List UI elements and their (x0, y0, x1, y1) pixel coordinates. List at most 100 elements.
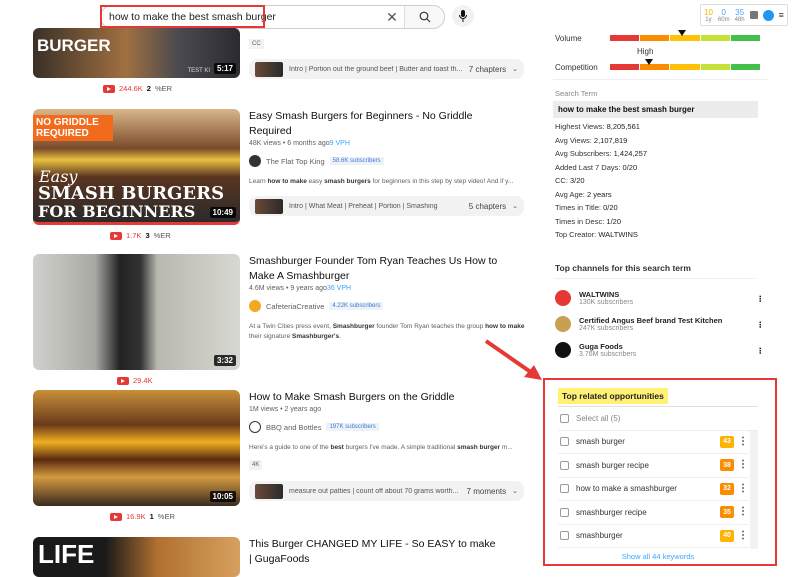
keyword-checkbox[interactable] (560, 484, 569, 494)
keyword-row[interactable]: smashburger 40 ⋮ (558, 525, 748, 548)
keyword-row[interactable]: how to make a smashburger 32 ⋮ (558, 478, 748, 501)
keyword-checkbox[interactable] (560, 437, 569, 447)
more-options-icon[interactable]: ⋮ (738, 460, 748, 470)
chapters-bar[interactable]: Intro | Portion out the ground beef | Bu… (249, 59, 524, 79)
competition-meter (610, 59, 761, 70)
channel-name[interactable]: BBQ and Bottles (266, 423, 321, 432)
channel-name[interactable]: CafeteriaCreative (266, 302, 324, 311)
stat-row: Avg Views: 2,107,819 (555, 135, 628, 145)
subscriber-badge: 4.22K subscribers (329, 302, 384, 310)
more-options-icon[interactable]: ··· (754, 347, 765, 354)
cc-badge: CC (249, 39, 264, 49)
keyword-checkbox[interactable] (560, 531, 569, 541)
video-thumbnail[interactable]: BURGER TEST KI 5:17 (33, 28, 240, 78)
stat-row: Times in Desc: 1/20 (555, 216, 622, 226)
channel-name[interactable]: WALTWINS (579, 290, 633, 299)
chevron-down-icon[interactable]: ⌄ (512, 202, 518, 210)
video-meta: 48K views • 6 months ago9 VPH (249, 140, 529, 147)
quality-badge: 4K (249, 460, 263, 470)
clear-icon[interactable]: ✕ (380, 9, 404, 26)
keyword-term: smashburger (576, 531, 623, 541)
more-options-icon[interactable]: ⋮ (738, 436, 748, 446)
meter-segment (700, 35, 730, 41)
meter-segment (730, 64, 761, 70)
more-options-icon[interactable]: ⋮ (738, 483, 748, 493)
vph: 36 VPH (326, 285, 352, 292)
keyword-score-badge: 35 (720, 506, 734, 519)
meter-segment (610, 35, 640, 41)
label-1y: 1y (705, 16, 712, 23)
channel-name[interactable]: Certified Angus Beef brand Test Kitchen (579, 316, 722, 325)
count-60m: 0 (721, 7, 726, 17)
keyword-score-badge: 38 (720, 459, 734, 472)
keyword-checkbox[interactable] (560, 507, 569, 517)
select-all-checkbox[interactable] (560, 413, 569, 423)
scrollbar[interactable] (750, 430, 758, 549)
thumbnail-tag: NO GRIDDLE REQUIRED (33, 115, 113, 141)
video-thumbnail[interactable]: 3:32 (33, 254, 240, 370)
keyword-checkbox[interactable] (560, 460, 569, 470)
channel-item[interactable]: Guga Foods 3.76M subscribers ··· (555, 337, 765, 363)
avatar[interactable] (249, 421, 261, 433)
video-thumbnail[interactable]: LIFE (33, 537, 240, 577)
keyword-row[interactable]: smash burger recipe 38 ⋮ (558, 454, 748, 478)
video-duration: 10:49 (209, 207, 236, 218)
chapter-thumbnail (255, 198, 283, 214)
more-options-icon[interactable]: ⋮ (738, 530, 748, 540)
views-count: 1.7K (126, 231, 142, 240)
channel-row[interactable]: BBQ and Bottles 197K subscribers (249, 421, 529, 433)
views-age: 4.6M views • 9 years ago (249, 285, 327, 292)
avatar[interactable] (555, 342, 571, 358)
chapters-bar[interactable]: measure out patties | count off about 70… (249, 481, 524, 501)
avatar[interactable] (555, 316, 571, 332)
channel-list: WALTWINS 130K subscribers ··· Certified Ang… (555, 285, 765, 363)
extension-logo-icon[interactable] (762, 9, 774, 21)
video-stats: 1.7K 3 %ER (110, 231, 171, 240)
video-thumbnail[interactable]: NO GRIDDLE REQUIRED Easy SMASH BURGERS F… (33, 109, 240, 225)
chapters-bar[interactable]: Intro | What Meat | Preheat | Portion | … (249, 196, 524, 216)
more-options-icon[interactable]: ··· (754, 295, 765, 302)
keyword-term: how to make a smashburger (576, 484, 677, 494)
meter-segment (670, 64, 700, 70)
avatar[interactable] (555, 290, 571, 306)
stat-row: Added Last 7 Days: 0/20 (555, 162, 638, 172)
search-button[interactable] (404, 6, 444, 28)
channel-subscribers: 130K subscribers (579, 299, 634, 306)
voice-search-button[interactable] (452, 5, 474, 27)
video-title[interactable]: How to Make Smash Burgers on the Griddle (249, 390, 529, 405)
er-label: %ER (157, 512, 175, 521)
competition-level: High (637, 47, 654, 56)
more-options-icon[interactable]: ··· (754, 321, 765, 328)
keyword-meters: Volume High Competition (555, 30, 765, 74)
video-thumbnail[interactable]: 10:05 (33, 390, 240, 506)
channel-item[interactable]: Certified Angus Beef brand Test Kitchen 2… (555, 311, 765, 337)
avatar[interactable] (249, 155, 261, 167)
chevron-down-icon[interactable]: ⌄ (512, 487, 518, 495)
video-title[interactable]: Smashburger Founder Tom Ryan Teaches Us … (249, 254, 499, 284)
video-title[interactable]: Easy Smash Burgers for Beginners - No Gr… (249, 109, 479, 139)
chart-icon[interactable] (749, 11, 758, 19)
channel-row[interactable]: The Flat Top King 58.6K subscribers (249, 155, 529, 167)
video-duration: 10:05 (209, 491, 236, 502)
thumbnail-tag: TEST KI (187, 68, 210, 74)
channel-row[interactable]: CafeteriaCreative 4.22K subscribers (249, 300, 529, 312)
avatar[interactable] (249, 300, 261, 312)
chevron-down-icon[interactable]: ⌄ (512, 65, 518, 73)
keyword-row[interactable]: smashburger recipe 35 ⋮ (558, 501, 748, 525)
keyword-row[interactable]: smash burger 43 ⋮ (558, 431, 748, 454)
show-all-keywords-link[interactable]: Show all 44 keywords (558, 552, 758, 561)
video-description: Learn how to make easy smash burgers for… (249, 178, 514, 185)
video-stats: 16.9K 1 %ER (110, 512, 175, 521)
video-title[interactable]: This Burger CHANGED MY LIFE - So EASY to… (249, 537, 499, 567)
stat-row: CC: 3/20 (555, 176, 585, 185)
select-all-row[interactable]: Select all (5) (558, 407, 758, 431)
channel-item[interactable]: WALTWINS 130K subscribers ··· (555, 285, 765, 311)
more-options-icon[interactable]: ⋮ (738, 507, 748, 517)
stat-row: Times in Title: 0/20 (555, 203, 618, 212)
vph: 9 VPH (329, 140, 350, 147)
channel-name[interactable]: The Flat Top King (266, 157, 325, 166)
meter-segment (700, 64, 730, 70)
count-1y: 10 (704, 7, 713, 17)
menu-icon[interactable]: ≡ (779, 10, 784, 20)
channel-name[interactable]: Guga Foods (579, 342, 636, 351)
